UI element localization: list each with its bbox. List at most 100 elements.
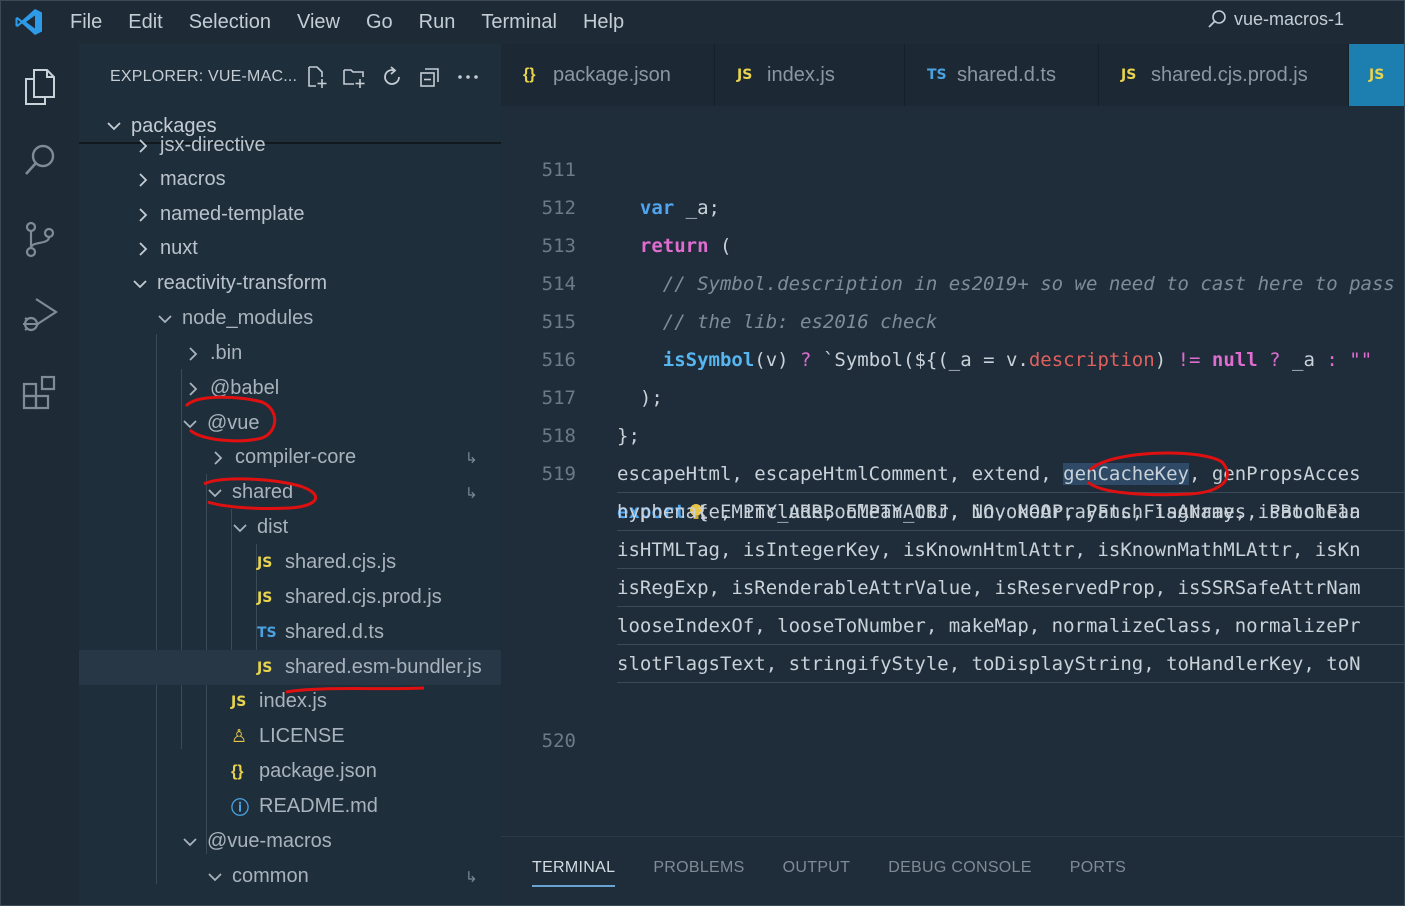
tree-item-label: node_modules xyxy=(182,307,314,329)
tree-item-label: LICENSE xyxy=(259,725,345,747)
explorer-title: EXPLORER: VUE-MAC... xyxy=(110,68,298,85)
new-file-icon[interactable] xyxy=(303,64,329,90)
tab-debug-console[interactable]: DEBUG CONSOLE xyxy=(888,859,1032,887)
tree-item-license[interactable]: ♙ LICENSE xyxy=(79,719,501,754)
code-wrap-line: hyphenate, includeBooleanAttr, invokeArr… xyxy=(617,493,1405,531)
chevron-down-icon xyxy=(133,279,147,288)
tree-item-vue-macros[interactable]: @vue-macros xyxy=(79,824,501,859)
tab-index-js[interactable]: JS index.js xyxy=(715,44,905,106)
symlink-icon: ↳ xyxy=(465,449,478,467)
tab-problems[interactable]: PROBLEMS xyxy=(653,859,744,887)
menu-run[interactable]: Run xyxy=(407,0,470,44)
js-file-icon: JS xyxy=(737,67,753,83)
search-icon xyxy=(1208,10,1226,28)
source-control-icon[interactable] xyxy=(0,204,79,274)
tree-item-label: README.md xyxy=(259,795,378,817)
extensions-icon[interactable] xyxy=(0,358,79,428)
tree-item-common[interactable]: common ↳ xyxy=(79,859,501,894)
tree-item-label: shared.d.ts xyxy=(285,621,384,643)
tree-item-label: shared.cjs.prod.js xyxy=(285,586,442,608)
symlink-icon: ↳ xyxy=(465,868,478,886)
tree-item-readme[interactable]: ⓘ README.md xyxy=(79,789,501,824)
tree-item-shared[interactable]: shared ↳ xyxy=(79,475,501,510)
code-wrap-line: looseIndexOf, looseToNumber, makeMap, no… xyxy=(617,607,1405,645)
new-folder-icon[interactable] xyxy=(341,64,367,90)
tree-item-index-js[interactable]: JS index.js xyxy=(79,684,501,719)
tree-item-vue[interactable]: @vue xyxy=(79,406,501,441)
tree-item-shared-cjs-prod[interactable]: JS shared.cjs.prod.js xyxy=(79,580,501,615)
search-icon[interactable] xyxy=(0,126,79,196)
code-line: 511 var _a; xyxy=(501,113,1405,219)
tree-item-reactivity-transform[interactable]: reactivity-transform xyxy=(79,266,501,301)
refresh-icon[interactable] xyxy=(379,64,405,90)
tree-item-babel[interactable]: @babel xyxy=(79,371,501,406)
tree-item-label: @vue-macros xyxy=(207,830,332,852)
json-file-icon: {} xyxy=(231,762,244,780)
tree-item-label: macros xyxy=(160,168,226,190)
tab-output[interactable]: OUTPUT xyxy=(783,859,851,887)
tree-item-shared-cjs[interactable]: JS shared.cjs.js xyxy=(79,545,501,580)
tab-shared-cjs-prod[interactable]: JS shared.cjs.prod.js xyxy=(1099,44,1349,106)
code-editor[interactable]: 511 var _a; 512 return ( 513 // Symbol.d… xyxy=(501,106,1405,836)
tree-item-shared-esm-bundler[interactable]: JS shared.esm-bundler.js xyxy=(79,650,501,685)
js-file-icon: JS xyxy=(257,554,273,571)
json-file-icon: {} xyxy=(523,66,536,83)
tab-ports[interactable]: PORTS xyxy=(1070,859,1126,887)
tree-item-label: .bin xyxy=(210,342,243,364)
tree-item-named-template[interactable]: named-template xyxy=(79,197,501,232)
tree-item-shared-dts[interactable]: TS shared.d.ts xyxy=(79,615,501,650)
bottom-panel: TERMINAL PROBLEMS OUTPUT DEBUG CONSOLE P… xyxy=(501,836,1405,906)
explorer-actions xyxy=(303,64,481,90)
tree-item-dist[interactable]: dist xyxy=(79,510,501,545)
more-actions-icon[interactable] xyxy=(455,64,481,90)
tree-item-jsx-directive[interactable]: jsx-directive xyxy=(79,128,501,163)
line-number: 519 xyxy=(541,463,576,485)
code-line: 516 ); xyxy=(501,303,1405,409)
code-line: 515 isSymbol(v) ? `Symbol(${(_a = v.desc… xyxy=(501,265,1405,371)
tab-package-json[interactable]: {} package.json xyxy=(501,44,715,106)
tree-item-label: index.js xyxy=(259,690,327,712)
menu-go[interactable]: Go xyxy=(354,0,407,44)
tab-shared-dts[interactable]: TS shared.d.ts xyxy=(905,44,1099,106)
tree-item-node-modules[interactable]: node_modules xyxy=(79,301,501,336)
tab-label: shared.d.ts xyxy=(957,63,1056,86)
explorer-icon[interactable] xyxy=(0,52,79,122)
collapse-all-icon[interactable] xyxy=(417,64,443,90)
menu-terminal[interactable]: Terminal xyxy=(469,0,571,44)
tree-item-compiler-core[interactable]: compiler-core ↳ xyxy=(79,440,501,475)
code-line: 513 // Symbol.description in es2019+ so … xyxy=(501,189,1405,295)
chevron-down-icon xyxy=(183,837,197,846)
tab-terminal[interactable]: TERMINAL xyxy=(532,859,616,887)
command-center-search[interactable]: vue-macros-1 xyxy=(1206,8,1344,30)
code-wrap-line: isRegExp, isRenderableAttrValue, isReser… xyxy=(617,569,1405,607)
panel-tabs: TERMINAL PROBLEMS OUTPUT DEBUG CONSOLE P… xyxy=(532,859,1126,887)
tree-item-label: shared xyxy=(232,481,294,503)
tree-item-label: shared.cjs.js xyxy=(285,551,397,573)
tree-item-label: common xyxy=(232,865,309,887)
chevron-right-icon xyxy=(189,346,198,361)
chevron-down-icon xyxy=(158,314,172,323)
tree-item-bin[interactable]: .bin xyxy=(79,336,501,371)
menu-selection[interactable]: Selection xyxy=(177,0,285,44)
menu-help[interactable]: Help xyxy=(571,0,638,44)
code-line: 520 xyxy=(501,684,1405,752)
tab-active-js[interactable]: JS xyxy=(1349,44,1405,106)
js-file-icon: JS xyxy=(1121,67,1137,83)
chevron-right-icon xyxy=(189,381,198,396)
code-line: 514 // the lib: es2016 check xyxy=(501,227,1405,333)
symlink-icon: ↳ xyxy=(465,484,478,502)
explorer-sidebar: EXPLORER: VUE-MAC... packages jsx-direct… xyxy=(79,44,501,906)
menu-file[interactable]: File xyxy=(58,0,116,44)
tree-item-package-json[interactable]: {} package.json xyxy=(79,754,501,789)
tree-item-macros[interactable]: macros xyxy=(79,162,501,197)
run-debug-icon[interactable] xyxy=(0,280,79,350)
tree-item-label: package.json xyxy=(259,760,377,782)
chevron-right-icon xyxy=(139,207,148,222)
menu-bar: File Edit Selection View Go Run Terminal… xyxy=(58,0,638,44)
tree-item-label: compiler-core xyxy=(235,446,357,468)
menu-view[interactable]: View xyxy=(285,0,354,44)
chevron-right-icon xyxy=(139,172,148,187)
info-icon: ⓘ xyxy=(231,797,249,818)
menu-edit[interactable]: Edit xyxy=(116,0,176,44)
tree-item-nuxt[interactable]: nuxt xyxy=(79,231,501,266)
